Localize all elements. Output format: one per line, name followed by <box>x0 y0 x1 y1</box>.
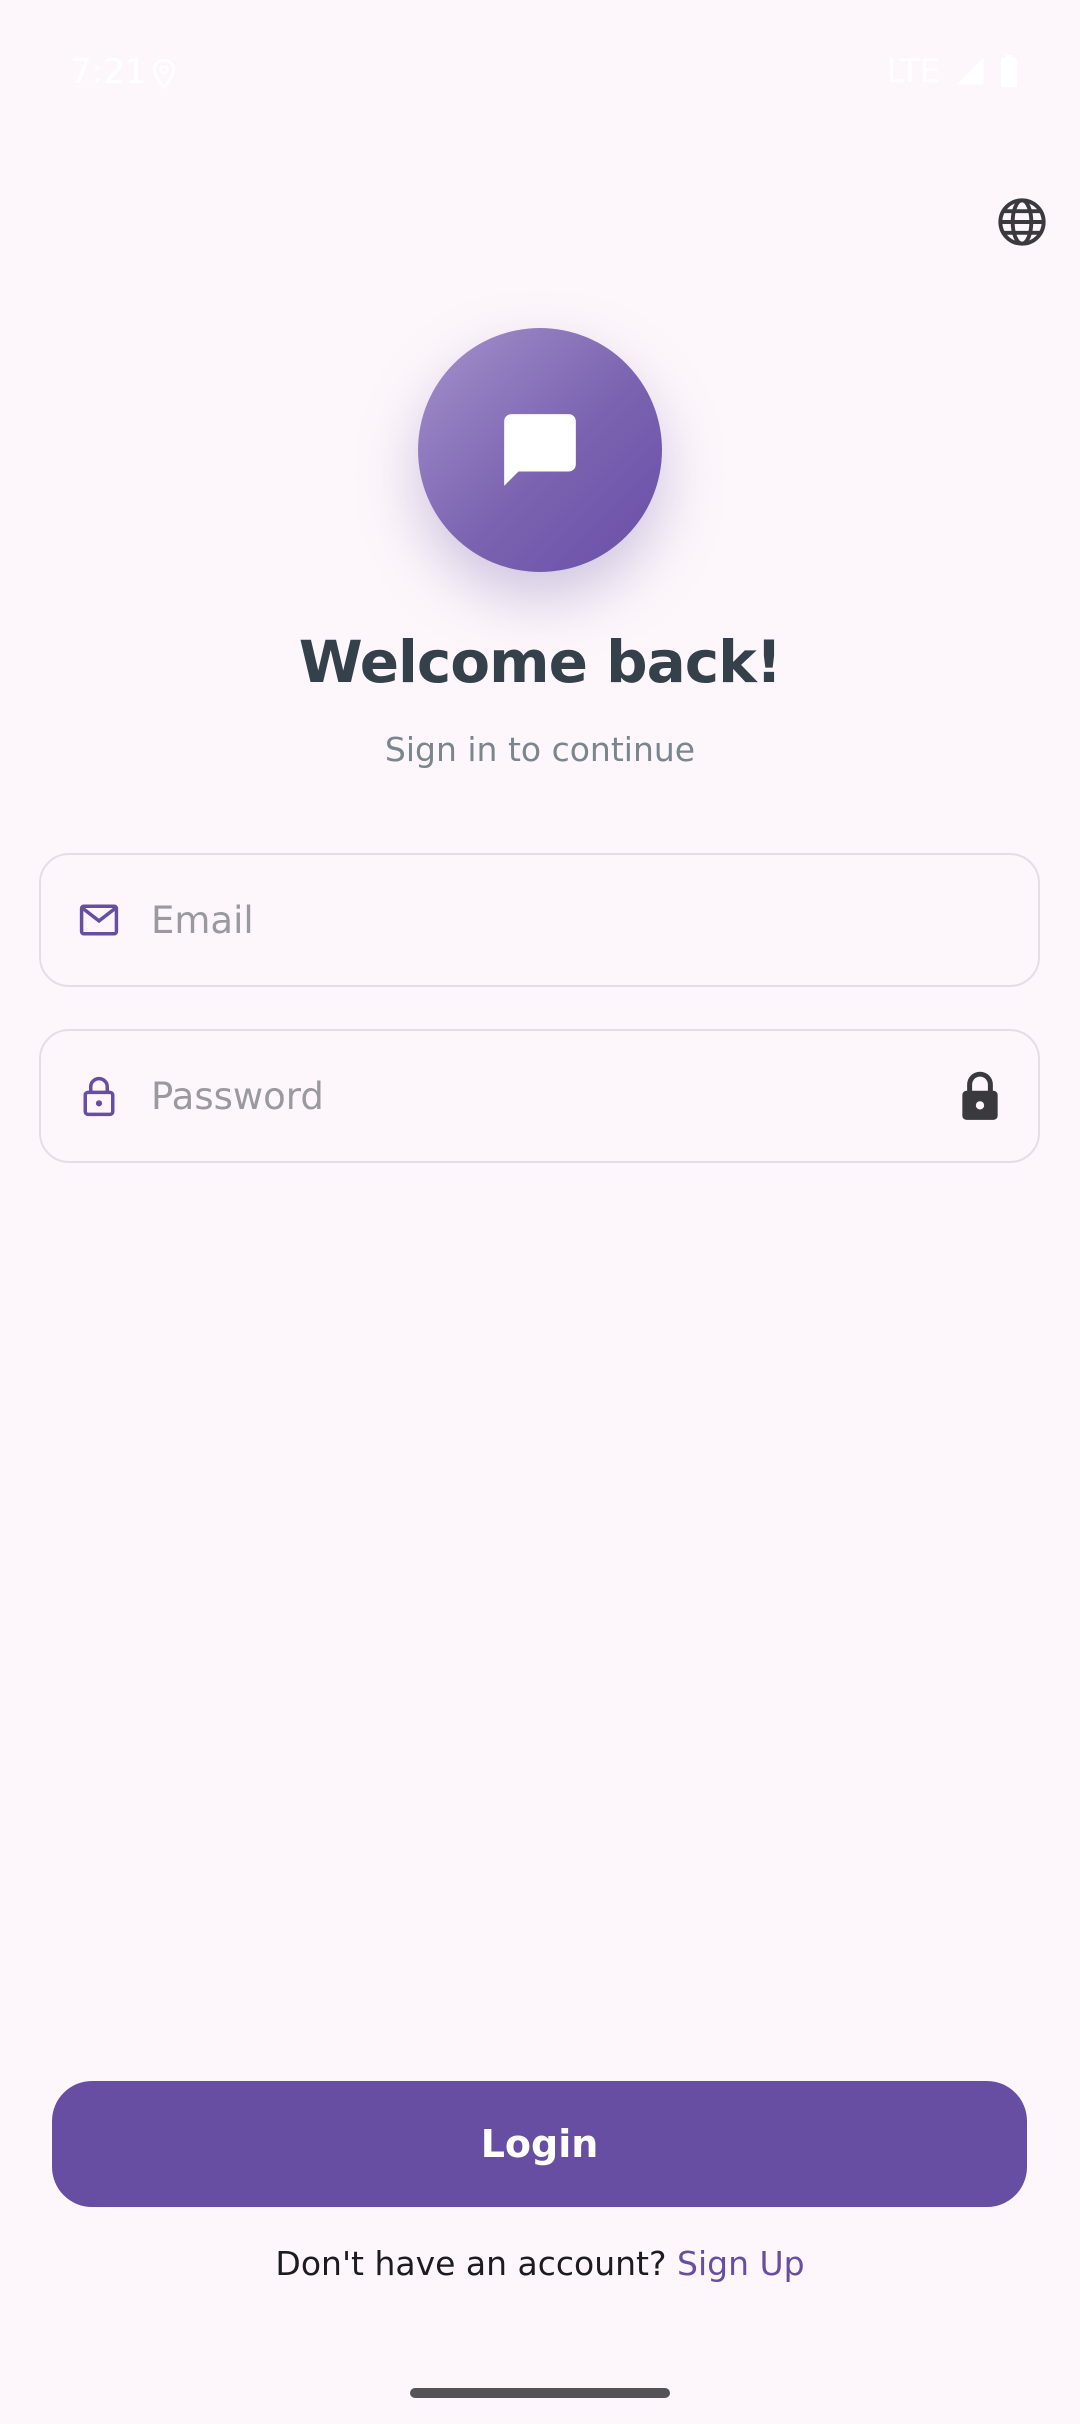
password-input[interactable] <box>151 1031 956 1161</box>
password-field[interactable] <box>39 1029 1040 1163</box>
chat-bubble-icon <box>504 414 576 486</box>
signup-row: Don't have an account? Sign Up <box>0 2244 1080 2283</box>
status-time: 7:21 <box>70 52 147 92</box>
battery-icon <box>1001 55 1017 87</box>
status-bar: 7:21 LTE <box>0 0 1080 150</box>
lock-icon <box>962 1071 998 1120</box>
lock-outline-icon <box>77 1074 121 1118</box>
page-subtitle: Sign in to continue <box>384 730 696 769</box>
email-field[interactable] <box>39 853 1040 987</box>
status-right: LTE <box>887 52 1018 90</box>
language-button[interactable] <box>992 192 1052 252</box>
signup-prompt: Don't have an account? <box>275 2244 677 2283</box>
signal-icon <box>956 57 984 85</box>
signup-link[interactable]: Sign Up <box>677 2244 805 2283</box>
location-icon <box>152 58 176 90</box>
login-screen: 7:21 LTE Welcome back! Sign in to contin… <box>0 0 1080 2424</box>
email-input[interactable] <box>151 855 1038 985</box>
globe-icon <box>998 198 1046 246</box>
mail-icon <box>77 898 121 942</box>
password-visibility-toggle[interactable] <box>956 1068 1004 1124</box>
network-type: LTE <box>886 52 940 90</box>
login-button[interactable]: Login <box>52 2081 1027 2207</box>
app-logo <box>418 328 662 572</box>
page-title: Welcome back! <box>298 628 782 696</box>
home-indicator[interactable] <box>410 2388 670 2398</box>
